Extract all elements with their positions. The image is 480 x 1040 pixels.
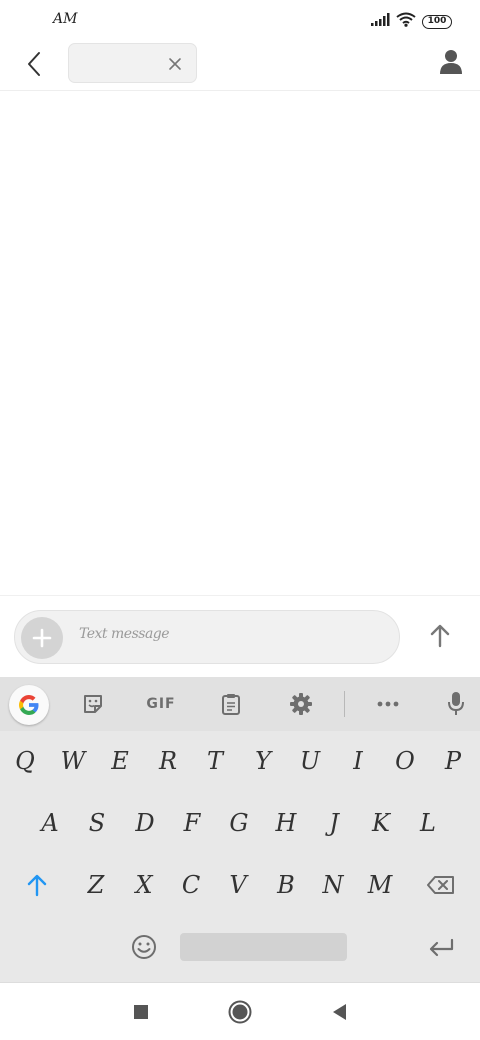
gear-icon: [290, 693, 312, 715]
backspace-icon: [427, 876, 454, 894]
key-x[interactable]: X: [121, 859, 167, 911]
key-z[interactable]: Z: [73, 859, 119, 911]
close-icon[interactable]: [168, 56, 182, 70]
enter-key[interactable]: [418, 921, 464, 973]
sticker-button[interactable]: [78, 689, 108, 719]
key-r[interactable]: R: [145, 735, 191, 787]
back-nav-button[interactable]: [326, 999, 352, 1025]
key-g[interactable]: G: [216, 797, 262, 849]
key-k[interactable]: K: [358, 797, 404, 849]
key-y[interactable]: Y: [240, 735, 286, 787]
key-l[interactable]: L: [405, 797, 451, 849]
triangle-back-icon: [333, 1004, 346, 1020]
more-button[interactable]: [373, 689, 403, 719]
gif-label: GIF: [146, 696, 176, 712]
voice-input-button[interactable]: [441, 689, 471, 719]
gif-button[interactable]: GIF: [143, 689, 179, 719]
more-horizontal-icon: [377, 701, 399, 707]
back-button[interactable]: [20, 49, 48, 79]
key-f[interactable]: F: [169, 797, 215, 849]
key-a[interactable]: A: [27, 797, 73, 849]
status-icons: 100: [370, 12, 452, 31]
keyboard: G I F Q W E R T Y U I O P A S D F G H J K …: [0, 677, 480, 982]
google-icon: [19, 695, 39, 715]
backspace-key[interactable]: [418, 859, 464, 911]
person-icon: [440, 50, 462, 74]
recipient-chip[interactable]: [68, 43, 197, 83]
key-h[interactable]: H: [263, 797, 309, 849]
toolbar-divider: [344, 691, 345, 717]
square-icon: [134, 1005, 148, 1019]
compose-field[interactable]: Text message: [14, 610, 400, 664]
enter-icon: [429, 938, 454, 957]
microphone-icon: [448, 692, 464, 715]
message-list[interactable]: [0, 92, 480, 595]
message-input[interactable]: Text message: [79, 626, 170, 642]
clipboard-icon: [222, 694, 240, 715]
sticker-icon: [84, 695, 102, 713]
space-bar[interactable]: [180, 933, 347, 961]
status-time: AM: [53, 11, 78, 27]
key-t[interactable]: T: [192, 735, 238, 787]
key-e[interactable]: E: [97, 735, 143, 787]
home-button[interactable]: [227, 999, 253, 1025]
emoji-icon: [132, 935, 156, 959]
contact-button[interactable]: [438, 48, 464, 78]
navigation-bar: [0, 982, 480, 1040]
key-c[interactable]: C: [168, 859, 214, 911]
key-d[interactable]: D: [122, 797, 168, 849]
battery-icon: 100: [422, 14, 452, 29]
emoji-key[interactable]: [121, 921, 167, 973]
compose-bar: Text message: [0, 595, 480, 677]
settings-button[interactable]: [286, 689, 316, 719]
recents-button[interactable]: [128, 999, 154, 1025]
home-circle-icon: [228, 1000, 252, 1024]
shift-arrow-icon: [27, 874, 47, 897]
signal-icon: [370, 12, 390, 31]
key-b[interactable]: B: [263, 859, 309, 911]
key-i[interactable]: I: [335, 735, 381, 787]
key-u[interactable]: U: [287, 735, 333, 787]
key-o[interactable]: O: [382, 735, 428, 787]
status-bar: AM 100: [0, 0, 480, 40]
send-button[interactable]: [426, 622, 454, 650]
arrow-up-icon: [430, 624, 450, 648]
key-n[interactable]: N: [310, 859, 356, 911]
key-s[interactable]: S: [74, 797, 120, 849]
key-p[interactable]: P: [430, 735, 476, 787]
keyboard-toolbar: GIF: [0, 677, 480, 731]
clipboard-button[interactable]: [216, 689, 246, 719]
key-v[interactable]: V: [215, 859, 261, 911]
google-button[interactable]: [9, 685, 49, 725]
key-j[interactable]: J: [311, 797, 357, 849]
attach-button[interactable]: [21, 617, 63, 659]
key-q[interactable]: Q: [2, 735, 48, 787]
chevron-left-icon: [28, 52, 40, 76]
shift-key[interactable]: [14, 859, 60, 911]
conversation-header: [0, 40, 480, 91]
wifi-icon: [396, 12, 416, 31]
plus-icon: [32, 628, 52, 648]
key-m[interactable]: M: [357, 859, 403, 911]
key-w[interactable]: W: [50, 735, 96, 787]
